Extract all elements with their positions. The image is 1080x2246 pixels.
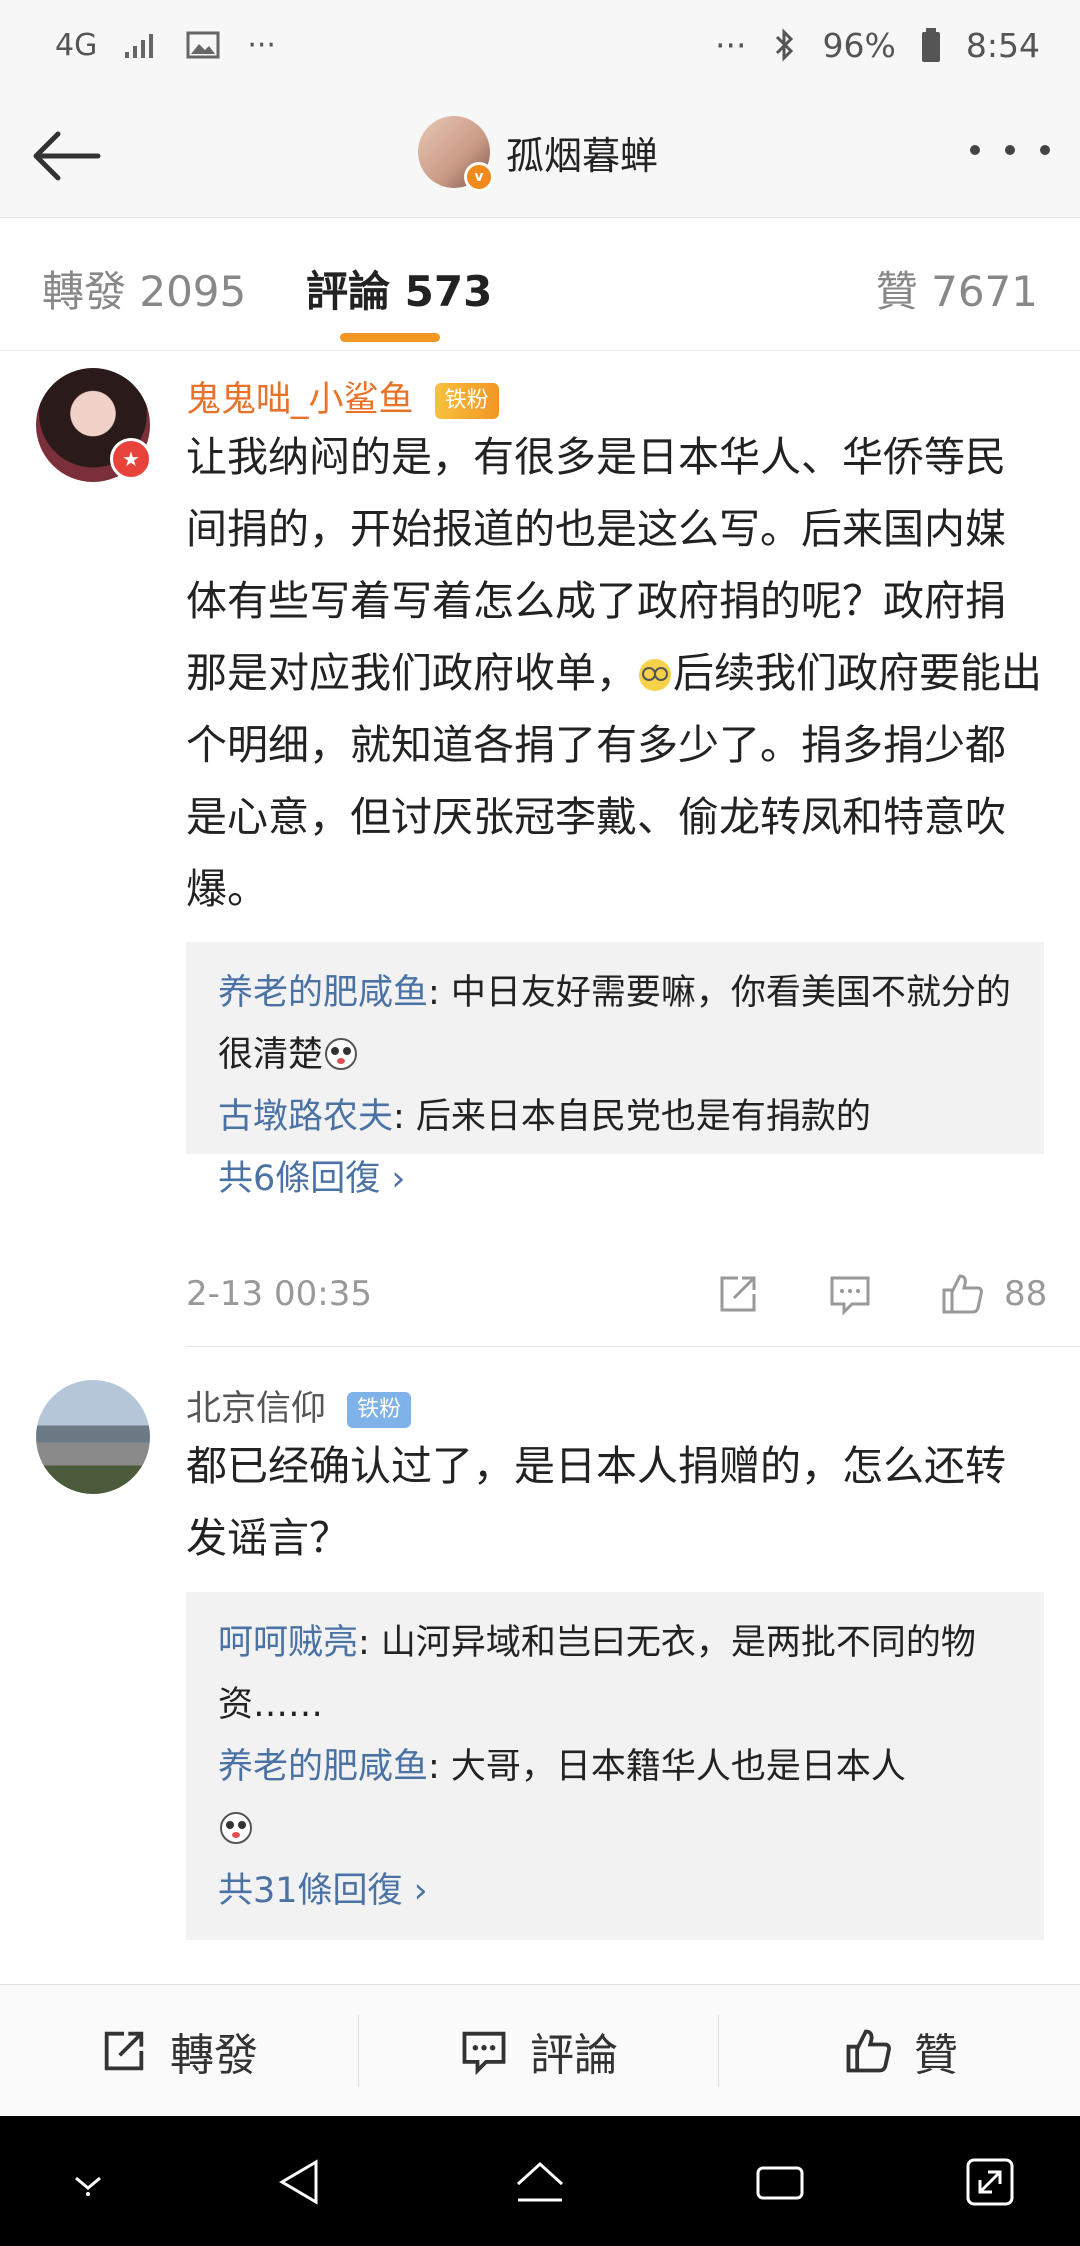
bluetooth-icon <box>775 28 793 62</box>
more-icon[interactable] <box>970 130 1050 170</box>
reply-item: 呵呵贼亮: 山河异域和岂曰无衣，是两批不同的物资…… <box>218 1612 1012 1736</box>
repost-label: 轉發 <box>170 2030 258 2081</box>
like-count: 88 <box>1004 1274 1048 1314</box>
status-extras-right: ··· <box>715 25 747 65</box>
fan-badge: 铁粉 <box>347 1392 412 1428</box>
fan-badge: 铁粉 <box>434 383 499 419</box>
status-bar: 4G ··· ··· 96% 8:54 <box>0 0 1080 90</box>
commenter-name[interactable]: 鬼鬼咄_小鲨鱼 铁粉 <box>186 371 499 422</box>
battery-icon <box>921 28 940 62</box>
like-icon <box>846 2029 891 2073</box>
reply-text: : 大哥，日本籍华人也是日本人 <box>428 1747 906 1787</box>
comment-date: 2-13 00:35 <box>186 1274 372 1314</box>
comment-label: 評論 <box>530 2030 618 2081</box>
separator <box>358 2015 359 2087</box>
panda-emoji-icon <box>220 1812 252 1844</box>
separator <box>718 2015 719 2087</box>
system-nav-bar <box>0 2116 1080 2246</box>
repost-button[interactable]: 轉發 <box>98 1985 258 2117</box>
nav-back-icon[interactable] <box>270 2152 330 2212</box>
author-avatar[interactable]: v <box>418 116 494 192</box>
reply-user[interactable]: 古墩路农夫 <box>218 1097 393 1137</box>
active-tab-indicator <box>340 333 440 342</box>
reply-item: 养老的肥咸鱼: 中日友好需要嘛，你看美国不就分的很清楚 <box>218 962 1012 1086</box>
glasses-emoji-icon <box>639 659 671 691</box>
reply-text: : 后来日本自民党也是有捐款的 <box>393 1097 871 1137</box>
status-extras: ··· <box>247 27 276 63</box>
reply-preview[interactable]: 呵呵贼亮: 山河异域和岂曰无衣，是两批不同的物资…… 养老的肥咸鱼: 大哥，日本… <box>186 1592 1044 1940</box>
commenter-name[interactable]: 北京信仰 铁粉 <box>186 1380 412 1431</box>
more-replies-link[interactable]: 共31條回復 › <box>218 1860 1012 1922</box>
comment-divider <box>186 1346 1080 1347</box>
tab-comments[interactable]: 評論 573 <box>306 258 492 319</box>
reply-item: 养老的肥咸鱼: 大哥，日本籍华人也是日本人 <box>218 1736 1012 1860</box>
comment-text: 让我纳闷的是，有很多是日本华人、华侨等民间捐的，开始报道的也是这么写。后来国内媒… <box>186 421 1046 925</box>
commenter-name-text: 北京信仰 <box>186 1389 327 1429</box>
share-icon[interactable] <box>714 1270 762 1318</box>
verified-badge: v <box>464 162 494 192</box>
nav-recents-icon[interactable] <box>750 2152 810 2212</box>
signal-icon <box>125 34 154 58</box>
like-button[interactable]: 贊 <box>842 1985 958 2117</box>
nav-home-icon[interactable] <box>510 2152 570 2212</box>
nav-expand-icon[interactable] <box>960 2152 1020 2212</box>
battery-level: 96% <box>822 25 896 65</box>
network-indicator: 4G <box>55 27 98 63</box>
like-icon[interactable] <box>938 1270 986 1318</box>
author-header[interactable]: v 孤烟暮蝉 <box>418 116 659 192</box>
comment-icon <box>462 2031 506 2076</box>
tab-likes[interactable]: 贊 7671 <box>876 258 1038 319</box>
more-replies-link[interactable]: 共6條回復 › <box>218 1148 1012 1210</box>
tab-reposts[interactable]: 轉發 2095 <box>42 258 246 319</box>
nav-down-icon[interactable] <box>58 2152 118 2212</box>
image-icon <box>186 31 220 59</box>
reply-user[interactable]: 养老的肥咸鱼 <box>218 1747 428 1787</box>
reply-user[interactable]: 呵呵贼亮 <box>218 1623 358 1663</box>
top-header: v 孤烟暮蝉 <box>0 90 1080 218</box>
author-name: 孤烟暮蝉 <box>506 133 659 178</box>
reply-user[interactable]: 养老的肥咸鱼 <box>218 973 428 1013</box>
reply-preview[interactable]: 养老的肥咸鱼: 中日友好需要嘛，你看美国不就分的很清楚 古墩路农夫: 后来日本自… <box>186 942 1044 1199</box>
clock: 8:54 <box>965 25 1040 65</box>
tab-bar: 轉發 2095 評論 573 贊 7671 <box>0 218 1080 351</box>
share-icon <box>104 2031 144 2071</box>
commenter-avatar[interactable] <box>36 1380 150 1494</box>
comment-text: 都已经确认过了，是日本人捐赠的，怎么还转发谣言？ <box>186 1442 1006 1562</box>
bottom-action-bar: 轉發 評論 贊 <box>0 1984 1080 2117</box>
member-badge-icon: ★ <box>110 438 152 480</box>
back-arrow-icon[interactable] <box>28 116 108 196</box>
comment-meta: 2-13 00:35 88 <box>186 1264 1048 1324</box>
comment-icon[interactable] <box>826 1270 874 1318</box>
commenter-name-text: 鬼鬼咄_小鲨鱼 <box>186 380 414 420</box>
panda-emoji-icon <box>325 1038 358 1070</box>
commenter-avatar[interactable]: ★ <box>36 368 152 482</box>
like-label: 贊 <box>914 2030 958 2081</box>
reply-item: 古墩路农夫: 后来日本自民党也是有捐款的 <box>218 1086 1012 1148</box>
comment-button[interactable]: 評論 <box>458 1985 618 2117</box>
